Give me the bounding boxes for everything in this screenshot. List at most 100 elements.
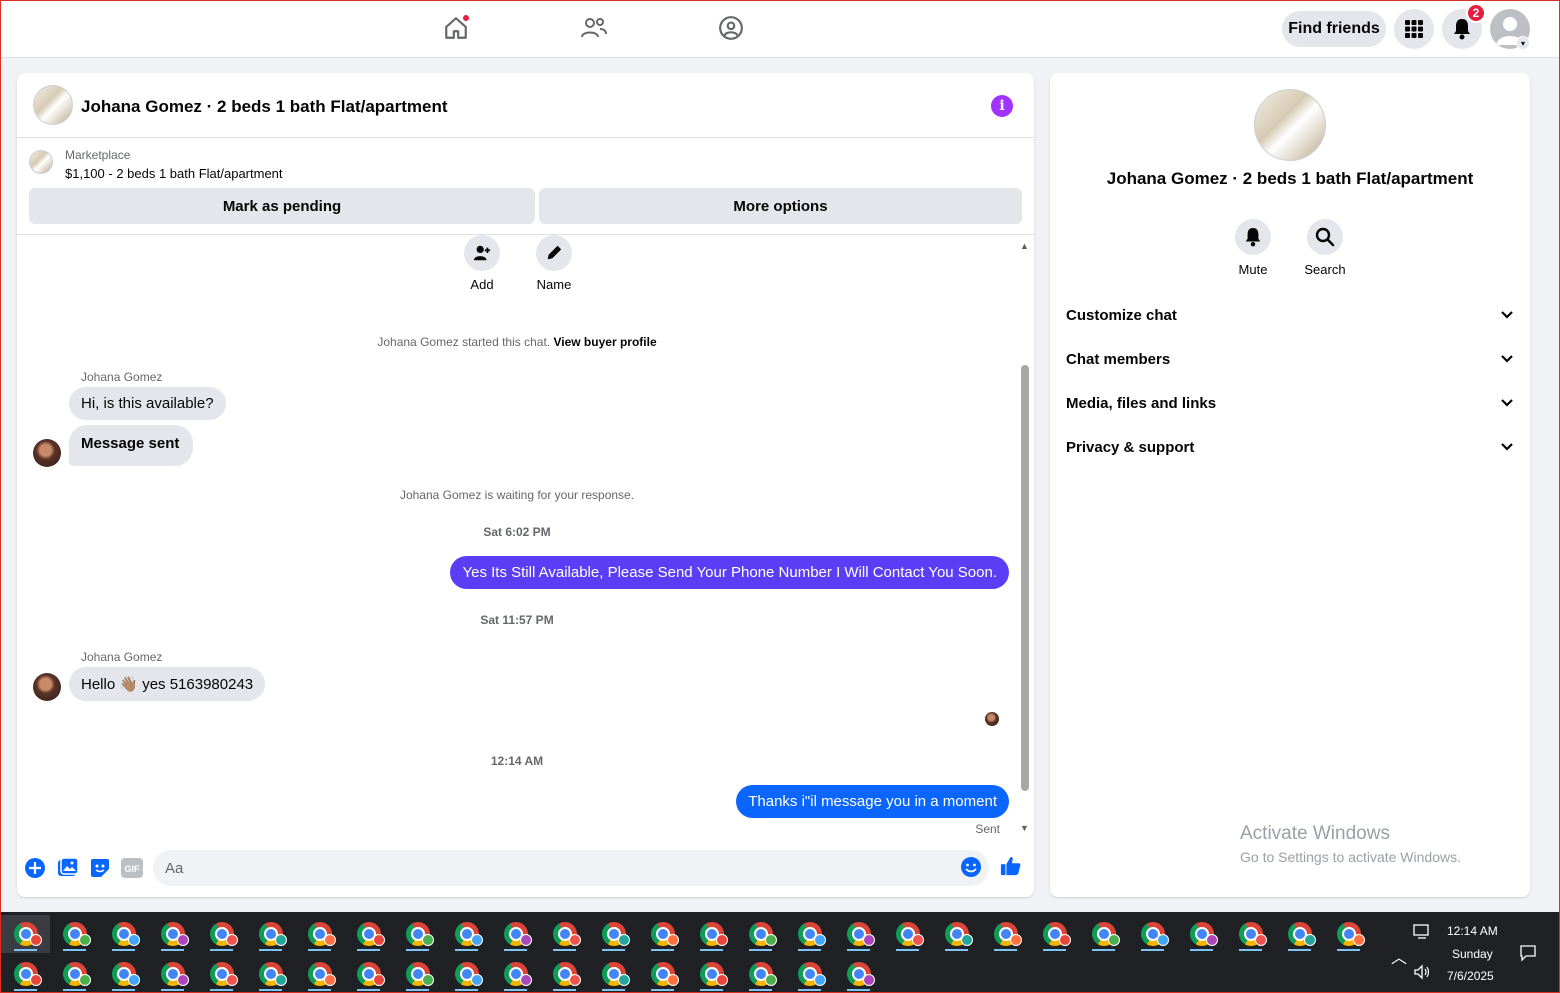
mute-button[interactable]: Mute [1213, 219, 1293, 277]
chrome-taskbar-button[interactable] [1177, 915, 1226, 953]
search-button[interactable]: Search [1285, 219, 1365, 277]
chrome-taskbar-button[interactable] [687, 955, 736, 993]
scroll-up-arrow[interactable]: ▲ [1020, 241, 1029, 251]
sticker-icon[interactable] [89, 857, 111, 879]
chevron-down-icon[interactable]: ▾ [1516, 36, 1530, 50]
clock-date[interactable]: 7/6/2025 [1447, 969, 1494, 983]
clock-day[interactable]: Sunday [1452, 947, 1493, 961]
chrome-taskbar-button[interactable] [393, 915, 442, 953]
chrome-taskbar-button[interactable] [981, 915, 1030, 953]
message-scrollbar[interactable]: ▲ ▼ [1019, 241, 1031, 837]
chrome-taskbar-button[interactable] [1, 955, 50, 993]
chrome-taskbar-button[interactable] [197, 915, 246, 953]
add-people-button[interactable]: Add [452, 235, 512, 292]
chrome-taskbar-button[interactable] [99, 915, 148, 953]
chrome-taskbar-button[interactable] [197, 955, 246, 993]
info-icon[interactable]: i [991, 95, 1013, 117]
like-icon[interactable] [1000, 855, 1022, 877]
profile-badge [863, 934, 875, 946]
chrome-taskbar-button[interactable] [883, 915, 932, 953]
emoji-icon[interactable] [960, 856, 982, 878]
scroll-down-arrow[interactable]: ▼ [1020, 823, 1029, 833]
chrome-taskbar-button[interactable] [393, 955, 442, 993]
chrome-taskbar-button[interactable] [932, 915, 981, 953]
chat-members-section[interactable]: Chat members [1066, 339, 1514, 379]
chrome-taskbar-button[interactable] [50, 915, 99, 953]
listing-price[interactable]: $1,100 - 2 beds 1 bath Flat/apartment [65, 166, 283, 181]
menu-grid-button[interactable] [1394, 9, 1434, 49]
message-list[interactable]: Add Name Johana Gomez started this chat.… [17, 235, 1034, 845]
chrome-taskbar-button[interactable] [589, 915, 638, 953]
chrome-taskbar-button[interactable] [540, 955, 589, 993]
listing-image[interactable] [1254, 89, 1326, 161]
media-files-links-section[interactable]: Media, files and links [1066, 383, 1514, 423]
chrome-taskbar-button[interactable] [246, 915, 295, 953]
more-options-button[interactable]: More options [539, 188, 1022, 224]
incoming-message[interactable]: Hi, is this available? [69, 387, 226, 420]
contact-avatar[interactable] [33, 673, 61, 701]
scrollbar-thumb[interactable] [1021, 365, 1029, 791]
view-buyer-profile-link[interactable]: View buyer profile [553, 335, 656, 349]
outgoing-message[interactable]: Thanks i"il message you in a moment [736, 785, 1009, 818]
windows-taskbar: ︿ 12:14 AM Sunday 7/6/2025 [1, 912, 1559, 992]
customize-chat-section[interactable]: Customize chat [1066, 295, 1514, 335]
chrome-taskbar-button[interactable] [540, 915, 589, 953]
chrome-taskbar-button[interactable] [50, 955, 99, 993]
message-input[interactable] [153, 850, 989, 886]
mark-as-pending-button[interactable]: Mark as pending [29, 188, 535, 224]
chrome-taskbar-button[interactable] [295, 915, 344, 953]
chrome-taskbar-button[interactable] [638, 915, 687, 953]
incoming-message[interactable]: Message sent [69, 425, 194, 466]
name-chat-button[interactable]: Name [524, 235, 584, 292]
chrome-taskbar-button[interactable] [442, 955, 491, 993]
chrome-taskbar-button[interactable] [1, 915, 50, 953]
contact-avatar[interactable] [33, 439, 61, 467]
plus-icon[interactable] [24, 857, 46, 879]
chrome-taskbar-button[interactable] [344, 955, 393, 993]
chrome-taskbar-button[interactable] [589, 955, 638, 993]
chrome-taskbar-button[interactable] [148, 955, 197, 993]
photo-icon[interactable] [57, 857, 79, 879]
privacy-support-section[interactable]: Privacy & support [1066, 427, 1514, 467]
chrome-taskbar-button[interactable] [736, 955, 785, 993]
chrome-taskbar-button[interactable] [491, 955, 540, 993]
chrome-taskbar-button[interactable] [1275, 915, 1324, 953]
chrome-taskbar-button[interactable] [1226, 915, 1275, 953]
chrome-taskbar-button[interactable] [638, 955, 687, 993]
chrome-taskbar-button[interactable] [1030, 915, 1079, 953]
chrome-taskbar-button[interactable] [834, 955, 883, 993]
chrome-taskbar-button[interactable] [834, 915, 883, 953]
chrome-taskbar-button[interactable] [99, 955, 148, 993]
chat-title[interactable]: Johana Gomez · 2 beds 1 bath Flat/apartm… [81, 97, 448, 117]
find-friends-button[interactable]: Find friends [1282, 11, 1386, 47]
clock-time[interactable]: 12:14 AM [1447, 924, 1498, 938]
chrome-taskbar-button[interactable] [785, 955, 834, 993]
chrome-taskbar-button[interactable] [246, 955, 295, 993]
home-icon[interactable] [441, 13, 471, 43]
page-scrollbar[interactable] [1545, 59, 1559, 911]
chrome-taskbar-button[interactable] [491, 915, 540, 953]
chrome-taskbar-button[interactable] [1324, 915, 1373, 953]
chrome-taskbar-button[interactable] [736, 915, 785, 953]
outgoing-message[interactable]: Yes Its Still Available, Please Send You… [450, 556, 1009, 589]
groups-icon[interactable] [716, 13, 746, 43]
chrome-taskbar-button[interactable] [1079, 915, 1128, 953]
profile-badge [422, 934, 434, 946]
incoming-message[interactable]: Hello 👋🏽 yes 5163980243 [69, 667, 266, 701]
friends-icon[interactable] [579, 13, 609, 43]
chrome-taskbar-button[interactable] [687, 915, 736, 953]
speaker-icon[interactable] [1413, 964, 1431, 983]
action-center-icon[interactable] [1519, 944, 1537, 965]
chevron-up-icon[interactable]: ︿ [1391, 944, 1407, 968]
listing-thumbnail[interactable] [33, 85, 73, 125]
profile-badge [177, 934, 189, 946]
network-icon[interactable] [1413, 924, 1431, 943]
chrome-taskbar-button[interactable] [785, 915, 834, 953]
chrome-taskbar-button[interactable] [295, 955, 344, 993]
chrome-taskbar-button[interactable] [148, 915, 197, 953]
notifications-button[interactable]: 2 [1442, 3, 1486, 49]
chrome-taskbar-button[interactable] [344, 915, 393, 953]
chrome-taskbar-button[interactable] [1128, 915, 1177, 953]
gif-icon[interactable]: GIF [120, 857, 144, 879]
chrome-taskbar-button[interactable] [442, 915, 491, 953]
